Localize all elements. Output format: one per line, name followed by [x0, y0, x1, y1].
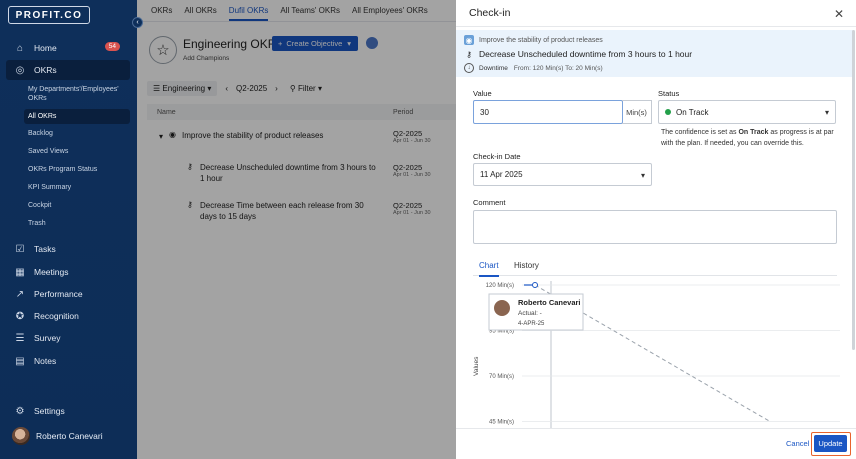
drawer-title: Check-in	[469, 7, 511, 19]
gear-icon: ⚙	[15, 405, 25, 417]
app-logo[interactable]: PROFIT.CO	[8, 6, 90, 24]
tab-chart[interactable]: Chart	[479, 261, 499, 277]
chart-tooltip: Roberto Canevari Actual: - 4-APR-25	[488, 293, 584, 331]
chevron-down-icon: ▾	[824, 108, 829, 117]
key-result-context: ◉ Improve the stability of product relea…	[456, 30, 854, 77]
home-icon: ⌂	[16, 42, 24, 54]
sidebar-item-label: Notes	[34, 356, 57, 366]
checkin-chart: 120 Min(s)95 Min(s)70 Min(s)45 Min(s) Va…	[473, 281, 840, 428]
sidebar-item-recognition[interactable]: ✪ Recognition	[6, 306, 130, 326]
award-icon: ✪	[15, 310, 25, 322]
unit-label: Min(s)	[622, 100, 652, 124]
update-button[interactable]: Update	[814, 435, 847, 452]
sub-item-okrs-program-status[interactable]: OKRs Program Status	[24, 166, 130, 173]
user-name: Roberto Canevari	[36, 431, 103, 441]
checkin-date-select[interactable]: 11 Apr 2025 ▾	[473, 163, 652, 186]
tab-history[interactable]: History	[514, 261, 539, 270]
sub-item-trash[interactable]: Trash	[24, 220, 130, 227]
status-dot-icon	[665, 109, 671, 115]
sidebar-item-label: Survey	[34, 333, 61, 343]
cancel-button[interactable]: Cancel	[786, 439, 809, 448]
tooltip-name: Roberto Canevari	[518, 298, 581, 307]
drawer-footer: Cancel Update	[456, 428, 856, 459]
comment-label: Comment	[473, 198, 506, 207]
tooltip-date: 4-APR-25	[518, 321, 545, 327]
sub-item-all-okrs[interactable]: All OKRs	[24, 109, 130, 124]
status-value: On Track	[676, 107, 709, 117]
sidebar-item-survey[interactable]: ☰ Survey	[6, 328, 130, 348]
sidebar-item-label: Recognition	[34, 311, 79, 321]
sub-item-backlog[interactable]: Backlog	[24, 130, 130, 137]
sub-item-cockpit[interactable]: Cockpit	[24, 202, 130, 209]
notes-icon: ▤	[15, 355, 25, 367]
sidebar-item-tasks[interactable]: ☑ Tasks	[6, 239, 130, 259]
comment-textarea[interactable]	[473, 210, 837, 244]
checkin-date-label: Check-in Date	[473, 152, 521, 161]
sidebar-item-label: Home	[34, 43, 57, 53]
hint-text-bold: On Track	[738, 129, 769, 136]
key-result-name: Decrease Unscheduled downtime from 3 hou…	[479, 49, 693, 59]
sidebar-item-performance[interactable]: ↗ Performance	[6, 284, 130, 304]
value-label: Value	[473, 89, 492, 98]
from-to-label: From: 120 Min(s) To: 20 Min(s)	[513, 64, 603, 72]
y-tick-label: 70 Min(s)	[489, 374, 514, 380]
close-icon[interactable]: ✕	[834, 7, 844, 21]
sub-item-kpi-summary[interactable]: KPI Summary	[24, 184, 130, 191]
sub-item-my-departments[interactable]: My Departments'/Employees' OKRs	[24, 85, 130, 103]
confidence-hint: The confidence is set as On Track as pro…	[661, 127, 839, 149]
status-label: Status	[658, 89, 680, 98]
sidebar-item-home[interactable]: ⌂ Home 54	[6, 38, 130, 58]
direction-label: Downtime	[479, 64, 508, 72]
sidebar-item-okrs[interactable]: ◎ OKRs	[6, 60, 130, 80]
sidebar-item-meetings[interactable]: ▦ Meetings	[6, 262, 130, 282]
drawer-header: Check-in	[456, 0, 856, 27]
survey-icon: ☰	[15, 332, 25, 344]
drawer-scrollbar[interactable]	[852, 30, 855, 350]
date-value: 11 Apr 2025	[480, 170, 523, 179]
y-tick-label: 45 Min(s)	[489, 420, 514, 426]
tooltip-actual: Actual: -	[518, 310, 542, 317]
user-profile[interactable]: Roberto Canevari	[12, 427, 103, 445]
arrow-down-circle-icon: ↓	[464, 63, 474, 73]
key-result-icon: ⚷	[466, 49, 472, 59]
sidebar-item-label: OKRs	[34, 65, 57, 75]
avatar	[494, 300, 510, 316]
y-axis-label: Values	[473, 356, 480, 376]
y-tick-label: 120 Min(s)	[486, 283, 514, 289]
tasks-icon: ☑	[15, 243, 25, 255]
modal-overlay[interactable]	[137, 0, 456, 459]
collapse-sidebar-icon[interactable]: ‹	[132, 17, 143, 28]
chevron-down-icon: ▾	[640, 171, 645, 180]
target-icon: ◎	[15, 64, 25, 76]
chart-history-tabs: Chart History	[473, 256, 837, 277]
sidebar-item-label: Meetings	[34, 267, 69, 277]
objective-name: Improve the stability of product release…	[479, 36, 603, 44]
sidebar-item-settings[interactable]: ⚙ Settings	[6, 401, 130, 421]
notification-badge: 54	[104, 42, 120, 51]
hint-text-pre: The confidence is set as	[661, 129, 739, 136]
objective-icon: ◉	[464, 35, 474, 45]
chart-icon: ↗	[15, 288, 25, 300]
update-button-focus: Update	[811, 432, 851, 456]
sidebar-item-label: Tasks	[34, 244, 56, 254]
value-text: 30	[480, 107, 489, 117]
calendar-icon: ▦	[15, 266, 25, 278]
sub-item-saved-views[interactable]: Saved Views	[24, 148, 130, 155]
data-point[interactable]	[532, 282, 538, 288]
sidebar-item-notes[interactable]: ▤ Notes	[6, 351, 130, 371]
checkin-drawer: Check-in ✕ ◉ Improve the stability of pr…	[456, 0, 856, 459]
value-input[interactable]: 30	[473, 100, 623, 124]
status-select[interactable]: On Track ▾	[658, 100, 836, 124]
sidebar: PROFIT.CO ⌂ Home 54 ◎ OKRs My Departments'…	[0, 0, 137, 459]
avatar	[12, 427, 30, 445]
sidebar-item-label: Settings	[34, 406, 65, 416]
sidebar-item-label: Performance	[34, 289, 83, 299]
